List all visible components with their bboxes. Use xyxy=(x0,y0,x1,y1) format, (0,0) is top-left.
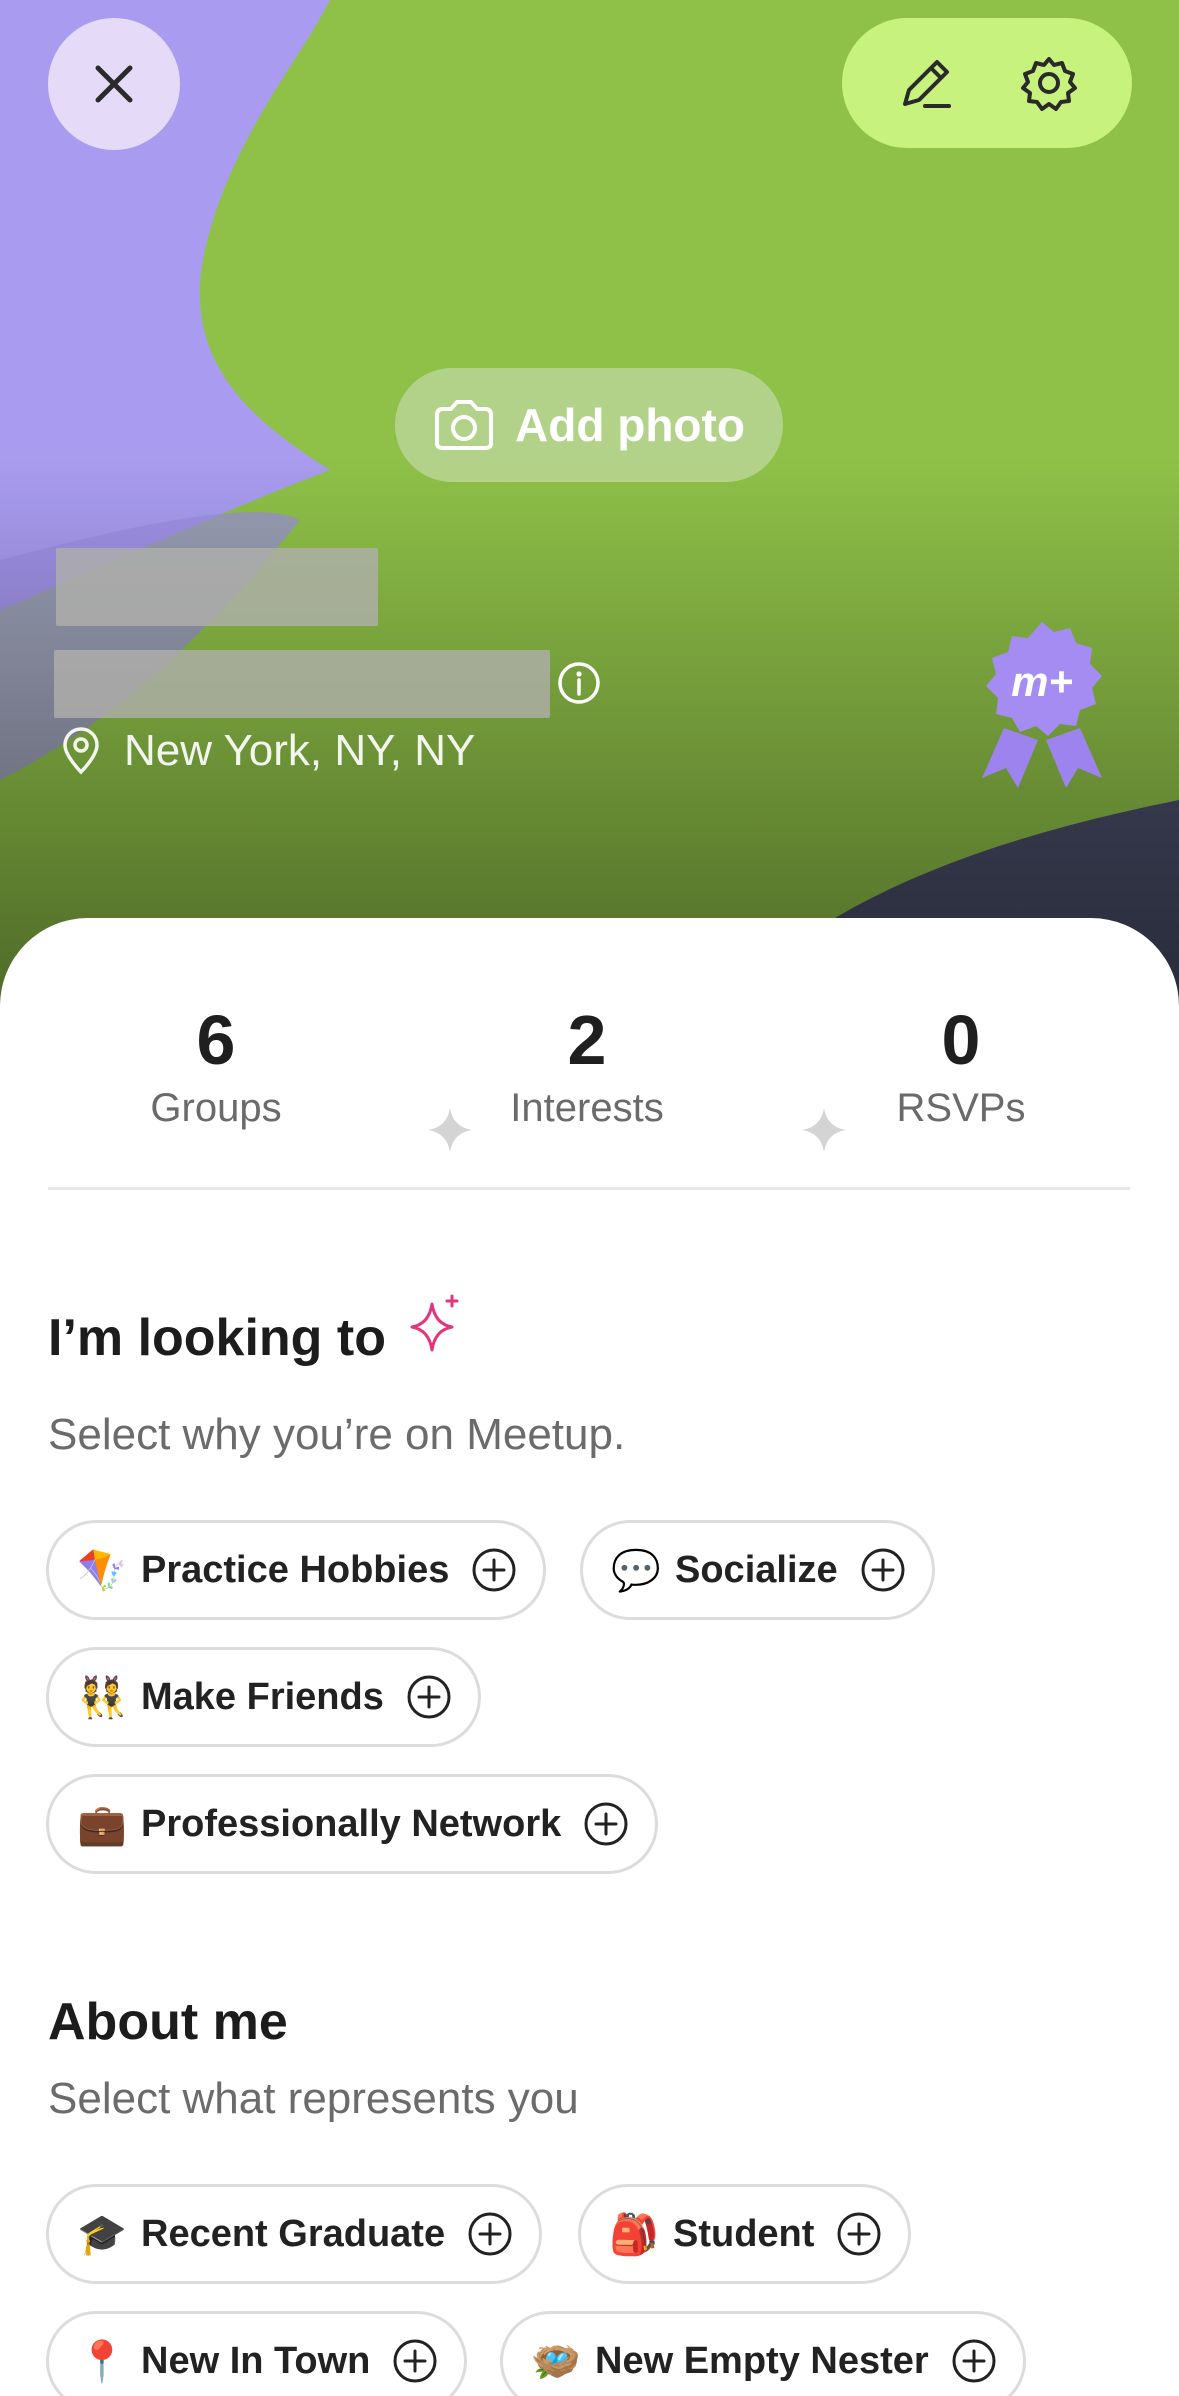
stat-label: RSVPs xyxy=(896,1086,1026,1130)
stat-value: 6 xyxy=(196,1001,236,1079)
plus-circle-icon xyxy=(584,1802,628,1846)
profile-location: New York, NY, NY xyxy=(60,726,475,776)
profile-subtitle-redacted xyxy=(54,650,550,718)
profile-sheet: 6 Groups 2 Interests 0 RSVPs I’m looking… xyxy=(0,918,1179,2396)
chip-new-in-town[interactable]: 📍 New In Town xyxy=(46,2311,468,2396)
profile-name-redacted xyxy=(56,548,378,626)
empty-nest-icon: 🪺 xyxy=(531,2338,581,2385)
graduation-cap-icon: 🎓 xyxy=(77,2211,127,2258)
stat-label: Interests xyxy=(510,1086,664,1130)
plus-circle-icon xyxy=(468,2212,512,2256)
edit-profile-button[interactable] xyxy=(881,38,971,128)
add-photo-button[interactable]: Add photo xyxy=(395,368,783,482)
friends-icon: 👯 xyxy=(77,1674,127,1721)
stat-label: Groups xyxy=(150,1086,282,1130)
add-photo-label: Add photo xyxy=(515,399,745,451)
chip-socialize[interactable]: 💬 Socialize xyxy=(580,1520,935,1620)
stat-rsvps[interactable]: 0 RSVPs xyxy=(811,998,1111,1131)
about-me-subtitle: Select what represents you xyxy=(48,2074,579,2123)
plus-circle-icon xyxy=(393,2339,437,2383)
cover-background xyxy=(0,0,1179,1010)
chip-new-empty-nester[interactable]: 🪺 New Empty Nester xyxy=(500,2311,1026,2396)
briefcase-icon: 💼 xyxy=(77,1801,127,1848)
location-text: New York, NY, NY xyxy=(124,726,476,775)
location-pin-icon xyxy=(63,727,99,775)
chip-label: Recent Graduate xyxy=(141,2212,446,2255)
stat-value: 2 xyxy=(567,1001,607,1079)
chip-label: Practice Hobbies xyxy=(141,1548,450,1591)
gear-icon xyxy=(1020,57,1077,111)
stat-interests[interactable]: 2 Interests xyxy=(437,998,737,1131)
chip-label: New In Town xyxy=(141,2339,371,2382)
plus-circle-icon xyxy=(472,1548,516,1592)
plus-circle-icon xyxy=(407,1675,451,1719)
speech-bubble-icon: 💬 xyxy=(611,1547,661,1594)
stat-groups[interactable]: 6 Groups xyxy=(66,998,366,1131)
sparkle-icon xyxy=(410,1294,459,1352)
profile-actions xyxy=(842,18,1132,148)
close-button[interactable] xyxy=(48,18,180,150)
chip-label: Professionally Network xyxy=(141,1802,562,1845)
chip-practice-hobbies[interactable]: 🪁 Practice Hobbies xyxy=(46,1520,547,1620)
chip-make-friends[interactable]: 👯 Make Friends xyxy=(46,1647,481,1747)
chip-student[interactable]: 🎒 Student xyxy=(578,2184,912,2284)
plus-circle-icon xyxy=(837,2212,881,2256)
badge-text: m+ xyxy=(1011,658,1073,705)
stats-row: 6 Groups 2 Interests 0 RSVPs xyxy=(48,998,1130,1152)
divider xyxy=(48,1187,1130,1190)
about-me-title: About me xyxy=(48,1993,288,2051)
chip-label: Student xyxy=(673,2212,815,2255)
chip-professionally-network[interactable]: 💼 Professionally Network xyxy=(46,1774,659,1874)
pencil-icon xyxy=(902,60,951,108)
camera-icon xyxy=(435,400,494,450)
looking-to-subtitle: Select why you’re on Meetup. xyxy=(48,1410,626,1459)
plus-circle-icon xyxy=(952,2339,996,2383)
profile-cover: Add photo New York, NY, NY m+ xyxy=(0,0,1179,1010)
chip-label: New Empty Nester xyxy=(595,2339,929,2382)
backpack-icon: 🎒 xyxy=(609,2211,659,2258)
pushpin-icon: 📍 xyxy=(77,2338,127,2385)
chip-label: Socialize xyxy=(675,1548,838,1591)
settings-button[interactable] xyxy=(1004,38,1094,128)
info-icon[interactable] xyxy=(556,660,602,706)
plus-circle-icon xyxy=(861,1548,905,1592)
looking-to-title: I’m looking to xyxy=(48,1309,386,1367)
kite-icon: 🪁 xyxy=(77,1547,127,1594)
chip-label: Make Friends xyxy=(141,1675,384,1718)
chip-recent-graduate[interactable]: 🎓 Recent Graduate xyxy=(46,2184,543,2284)
meetup-plus-badge-icon: m+ xyxy=(982,622,1102,788)
close-icon xyxy=(95,65,133,103)
stat-value: 0 xyxy=(941,1001,981,1079)
